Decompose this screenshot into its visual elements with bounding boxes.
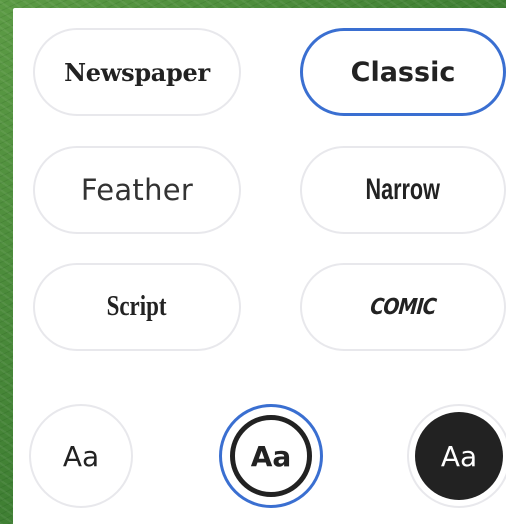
filled-disc: Aa [415, 412, 503, 500]
text-style-label: Aa [250, 439, 292, 473]
text-style-outlined[interactable]: Aa [219, 404, 323, 508]
font-option-label: COMIC [369, 294, 437, 320]
font-option-classic[interactable]: Classic [300, 28, 506, 116]
font-option-comic[interactable]: COMIC [300, 263, 506, 351]
font-option-label: Narrow [365, 173, 441, 206]
font-option-label: Newspaper [64, 57, 210, 87]
font-option-newspaper[interactable]: Newspaper [33, 28, 241, 116]
outlined-ring: Aa [230, 415, 312, 497]
text-style-filled[interactable]: Aa [407, 404, 506, 508]
font-option-label: Classic [350, 56, 456, 88]
font-option-narrow[interactable]: Narrow [300, 146, 506, 234]
text-style-label: Aa [440, 439, 478, 473]
font-option-feather[interactable]: Feather [33, 146, 241, 234]
font-option-label: Feather [80, 173, 194, 207]
font-picker-panel: Newspaper Classic Feather Narrow Script … [13, 8, 506, 524]
font-option-script[interactable]: Script [33, 263, 241, 351]
text-style-label: Aa [62, 439, 100, 473]
text-style-plain[interactable]: Aa [29, 404, 133, 508]
font-option-label: Script [107, 291, 167, 322]
